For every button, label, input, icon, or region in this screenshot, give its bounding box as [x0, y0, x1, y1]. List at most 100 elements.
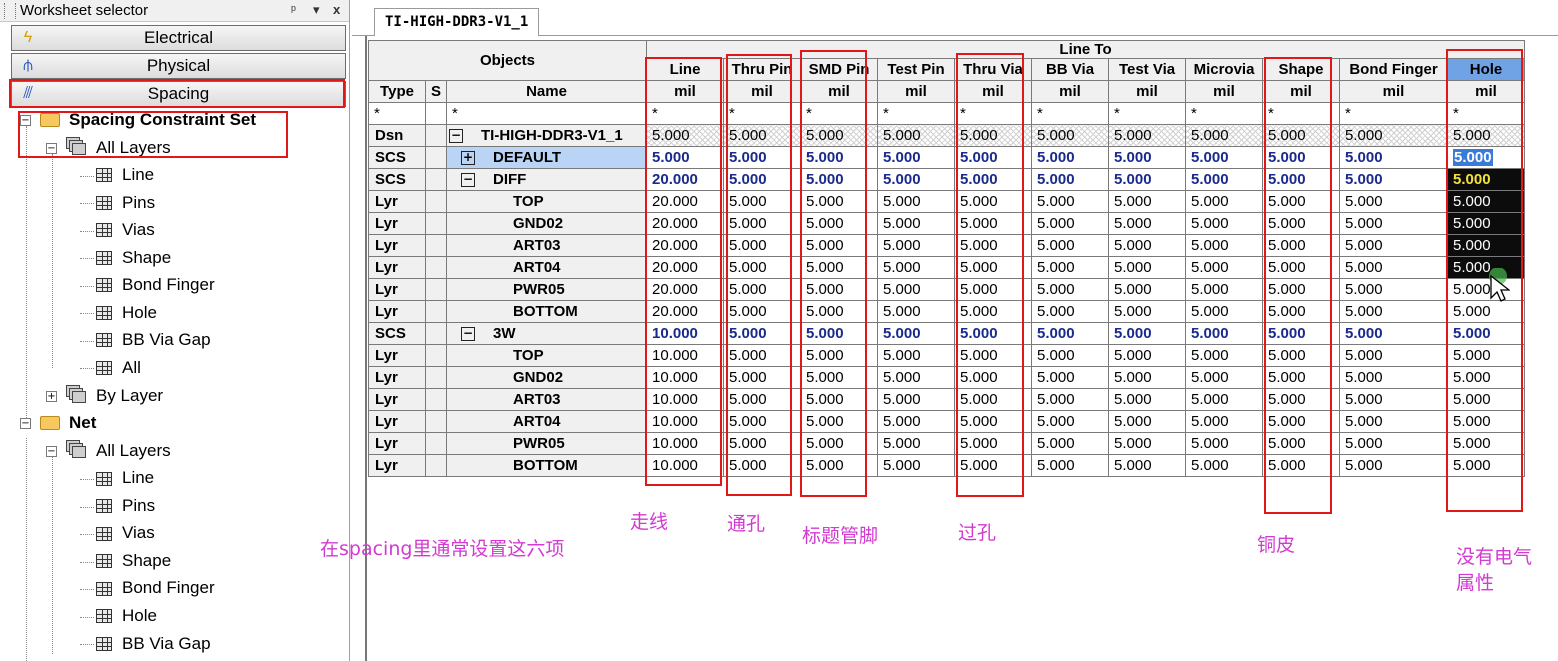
tree-net-item-bond-finger[interactable]: Bond Finger	[122, 576, 215, 600]
value-cell[interactable]: 5.000	[1447, 146, 1526, 169]
value-cell[interactable]: 5.000	[1185, 432, 1264, 455]
filter-cell[interactable]: *	[1185, 102, 1264, 125]
value-cell[interactable]: 5.000	[877, 388, 956, 411]
value-cell[interactable]: 10.000	[646, 344, 725, 367]
value-cell[interactable]: 5.000	[1031, 322, 1110, 345]
tab-design[interactable]: TI-HIGH-DDR3-V1_1	[374, 8, 540, 36]
value-cell[interactable]: 5.000	[1108, 410, 1187, 433]
grip-icon[interactable]	[4, 3, 16, 19]
value-cell[interactable]: 5.000	[723, 234, 802, 257]
value-cell[interactable]: 5.000	[1185, 300, 1264, 323]
row-name[interactable]: ART04	[446, 410, 648, 433]
value-cell[interactable]: 5.000	[1108, 212, 1187, 235]
chevron-down-icon[interactable]: ▾	[313, 2, 320, 18]
value-cell[interactable]: 20.000	[646, 212, 725, 235]
value-cell[interactable]: 5.000	[954, 410, 1033, 433]
value-cell[interactable]: 5.000	[646, 124, 725, 147]
column-header-test-pin[interactable]: Test Pin	[877, 58, 956, 81]
value-cell[interactable]: 5.000	[723, 454, 802, 477]
value-cell[interactable]: 5.000	[1339, 190, 1449, 213]
value-cell[interactable]: 5.000	[954, 212, 1033, 235]
filter-cell[interactable]: *	[723, 102, 802, 125]
value-cell[interactable]: 5.000	[800, 388, 879, 411]
tree-item-all[interactable]: All	[122, 356, 141, 380]
value-cell[interactable]: 5.000	[1031, 388, 1110, 411]
value-cell[interactable]: 5.000	[877, 344, 956, 367]
filter-cell[interactable]: *	[954, 102, 1033, 125]
value-cell[interactable]: 10.000	[646, 410, 725, 433]
value-cell[interactable]: 5.000	[1262, 366, 1341, 389]
value-cell[interactable]: 5.000	[954, 278, 1033, 301]
value-cell[interactable]: 5.000	[1185, 454, 1264, 477]
column-header-test-via[interactable]: Test Via	[1108, 58, 1187, 81]
value-cell[interactable]: 5.000	[723, 300, 802, 323]
tree-item-shape[interactable]: Shape	[122, 246, 171, 270]
value-cell[interactable]: 5.000	[1339, 124, 1449, 147]
value-cell[interactable]: 5.000	[1108, 454, 1187, 477]
value-cell[interactable]: 5.000	[1262, 190, 1341, 213]
value-cell[interactable]: 5.000	[723, 168, 802, 191]
value-cell[interactable]: 5.000	[1447, 300, 1526, 323]
table-row[interactable]: SCS − DIFF 20.000 5.000 5.000 5.000 5.000 5.000 5…	[368, 168, 1526, 191]
value-cell[interactable]: 5.000	[800, 454, 879, 477]
table-row[interactable]: Lyr TOP 20.000 5.000 5.000 5.000 5.000 5.000 5.0…	[368, 190, 1526, 213]
value-cell[interactable]: 5.000	[1031, 454, 1110, 477]
panel-titlebar[interactable]: Worksheet selector ᵖ ▾ x	[0, 0, 349, 22]
value-cell[interactable]: 5.000	[1108, 124, 1187, 147]
physical-button[interactable]: ⫛ Physical	[11, 53, 346, 79]
value-cell[interactable]: 5.000	[1262, 410, 1341, 433]
value-cell[interactable]: 10.000	[646, 388, 725, 411]
value-cell[interactable]: 5.000	[1262, 168, 1341, 191]
value-cell[interactable]: 5.000	[800, 300, 879, 323]
filter-type[interactable]: *	[368, 102, 426, 125]
value-cell[interactable]: 5.000	[1185, 190, 1264, 213]
value-cell[interactable]: 5.000	[877, 256, 956, 279]
filter-name[interactable]: *	[446, 102, 648, 125]
value-cell[interactable]: 5.000	[1339, 168, 1449, 191]
collapse-icon[interactable]: −	[449, 129, 464, 144]
table-row[interactable]: Lyr ART04 20.000 5.000 5.000 5.000 5.000 5.000 5…	[368, 256, 1526, 279]
value-cell[interactable]: 5.000	[954, 366, 1033, 389]
value-cell[interactable]: 5.000	[800, 190, 879, 213]
value-cell[interactable]: 20.000	[646, 278, 725, 301]
value-cell[interactable]: 5.000	[1108, 146, 1187, 169]
value-cell[interactable]: 5.000	[1031, 300, 1110, 323]
value-cell[interactable]: 5.000	[877, 146, 956, 169]
collapse-icon[interactable]: −	[461, 327, 476, 342]
tree-net[interactable]: Net	[69, 411, 96, 435]
table-row[interactable]: Lyr ART03 20.000 5.000 5.000 5.000 5.000 5.000 5…	[368, 234, 1526, 257]
value-cell[interactable]: 5.000	[954, 146, 1033, 169]
value-cell[interactable]: 5.000	[1447, 168, 1526, 191]
value-cell[interactable]: 5.000	[800, 256, 879, 279]
row-name[interactable]: + DEFAULT	[446, 146, 648, 169]
value-cell[interactable]: 10.000	[646, 432, 725, 455]
name-header[interactable]: Name	[446, 80, 648, 103]
value-cell[interactable]: 5.000	[1447, 190, 1526, 213]
value-cell[interactable]: 5.000	[954, 124, 1033, 147]
value-cell[interactable]: 5.000	[1185, 344, 1264, 367]
value-cell[interactable]: 5.000	[954, 256, 1033, 279]
filter-cell[interactable]: *	[877, 102, 956, 125]
value-cell[interactable]: 5.000	[800, 146, 879, 169]
value-cell[interactable]: 5.000	[877, 454, 956, 477]
filter-cell[interactable]: *	[1447, 102, 1526, 125]
row-name[interactable]: ART03	[446, 234, 648, 257]
expand-icon[interactable]: +	[461, 151, 476, 166]
column-header-thru-pin[interactable]: Thru Pin	[723, 58, 802, 81]
tree-item-bond-finger[interactable]: Bond Finger	[122, 273, 215, 297]
value-cell[interactable]: 5.000	[1262, 432, 1341, 455]
value-cell[interactable]: 5.000	[646, 146, 725, 169]
row-name[interactable]: − 3W	[446, 322, 648, 345]
value-cell[interactable]: 5.000	[1185, 410, 1264, 433]
column-header-bb-via[interactable]: BB Via	[1031, 58, 1110, 81]
value-cell[interactable]: 5.000	[1447, 212, 1526, 235]
value-cell[interactable]: 5.000	[1339, 410, 1449, 433]
value-cell[interactable]: 5.000	[1108, 322, 1187, 345]
value-cell[interactable]: 5.000	[1185, 146, 1264, 169]
value-cell[interactable]: 5.000	[1339, 234, 1449, 257]
value-cell[interactable]: 5.000	[1447, 432, 1526, 455]
value-cell[interactable]: 5.000	[1339, 344, 1449, 367]
value-cell[interactable]: 5.000	[1262, 322, 1341, 345]
value-cell[interactable]: 5.000	[1339, 432, 1449, 455]
value-cell[interactable]: 5.000	[1447, 454, 1526, 477]
